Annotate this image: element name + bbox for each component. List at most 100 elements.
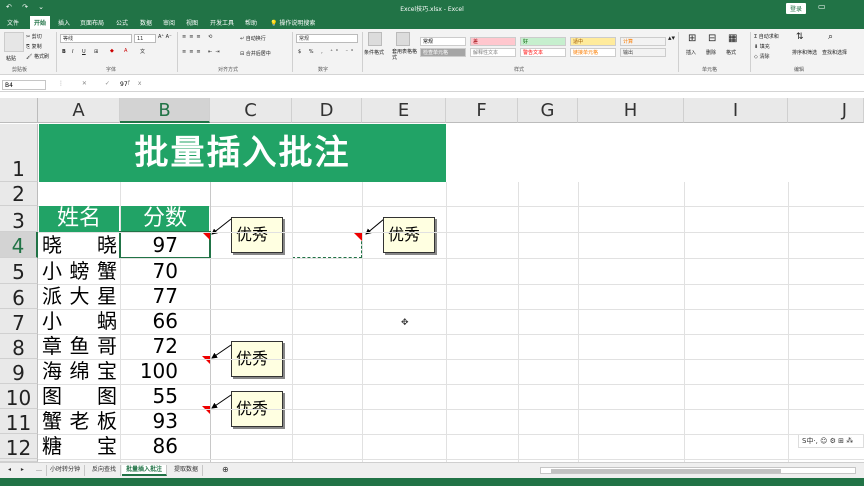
column-header-e[interactable]: E: [362, 98, 446, 123]
sheet-tab-more[interactable]: …: [32, 465, 47, 476]
horizontal-scrollbar[interactable]: [540, 467, 856, 474]
name-cell[interactable]: 小螃蟹: [40, 258, 120, 284]
sheet-tab-hour-minute[interactable]: 小时转分钟: [46, 465, 86, 476]
merge-center-button[interactable]: ⊟ 合并后居中: [240, 50, 271, 57]
score-cell[interactable]: 72: [120, 334, 208, 359]
formula-icons[interactable]: ⋮ ✕ ✓ fx: [58, 80, 149, 87]
vertical-align-icons[interactable]: ≡≡≡ ⟲: [182, 34, 215, 40]
column-header-j[interactable]: J: [788, 98, 864, 123]
score-cell[interactable]: 97: [120, 232, 208, 258]
underline-button[interactable]: U: [82, 49, 86, 55]
horizontal-align-icons[interactable]: ≡≡≡ ⇤⇥: [182, 49, 223, 55]
name-cell[interactable]: 糖宝: [40, 434, 120, 459]
sheet-tab-batch-comments[interactable]: 批量插入批注: [122, 465, 168, 476]
column-header-f[interactable]: F: [446, 98, 518, 123]
cell-style-2[interactable]: 好: [520, 37, 566, 46]
fill-color-icon[interactable]: ◆: [110, 48, 114, 54]
formula-input[interactable]: 97: [120, 81, 128, 88]
tab-home[interactable]: 开始: [30, 16, 51, 29]
tab-page-layout[interactable]: 页面布局: [80, 18, 104, 27]
cell-style-3[interactable]: 适中: [570, 37, 616, 46]
name-cell[interactable]: 小蜗: [40, 309, 120, 334]
score-cell[interactable]: 86: [120, 434, 208, 459]
comment-box-d4[interactable]: 优秀: [383, 217, 435, 253]
login-button[interactable]: 登录: [786, 3, 807, 14]
cell-style-1[interactable]: 差: [470, 37, 516, 46]
clear-button[interactable]: ◇ 清除: [754, 53, 769, 60]
tab-review[interactable]: 审阅: [163, 18, 175, 27]
column-header-g[interactable]: G: [518, 98, 578, 123]
ime-toolbar[interactable]: S中·, ☺ ⚙ ⊞ ⁂: [798, 434, 864, 448]
row-header-2[interactable]: 2: [0, 182, 38, 206]
format-as-table-button[interactable]: 套用表格格式: [392, 49, 418, 61]
bold-button[interactable]: B: [62, 49, 66, 55]
score-cell[interactable]: 100: [120, 359, 208, 384]
sheet-nav-arrows[interactable]: ◂ ▸: [4, 465, 32, 476]
name-cell[interactable]: 图图: [40, 384, 120, 409]
score-cell[interactable]: 55: [120, 384, 208, 409]
name-cell[interactable]: 章鱼哥: [40, 334, 120, 359]
tab-data[interactable]: 数据: [140, 18, 152, 27]
tab-developer[interactable]: 开发工具: [210, 18, 234, 27]
font-size-select[interactable]: 11: [134, 34, 156, 43]
row-header-6[interactable]: 6: [0, 284, 38, 310]
wrap-text-button[interactable]: ↵ 自动换行: [240, 35, 266, 42]
row-header-11[interactable]: 11: [0, 409, 38, 435]
conditional-format-icon[interactable]: [368, 32, 382, 46]
font-color-icon[interactable]: A: [124, 48, 127, 54]
delete-cells-icon[interactable]: ⊟: [708, 33, 716, 44]
score-cell[interactable]: 77: [120, 284, 208, 309]
sheet-tab-reverse-lookup[interactable]: 反向查找: [88, 465, 122, 476]
cell-style-0[interactable]: 常规: [420, 37, 466, 46]
score-cell[interactable]: 70: [120, 258, 208, 284]
name-cell[interactable]: 晓晓: [40, 232, 120, 258]
cell-style-9[interactable]: 输出: [620, 48, 666, 57]
border-icon[interactable]: ⊞: [94, 49, 98, 55]
autosum-button[interactable]: Σ 自动求和: [754, 33, 779, 40]
sort-filter-icon[interactable]: ⇅: [796, 32, 804, 42]
number-format-icons[interactable]: $ % , ⁺⁰ ⁻⁰: [298, 49, 356, 55]
conditional-format-button[interactable]: 条件格式: [364, 49, 384, 56]
format-cells-icon[interactable]: ▦: [728, 33, 737, 44]
header-score-cell[interactable]: 分数: [121, 206, 209, 232]
row-header-4[interactable]: 4: [0, 232, 38, 258]
tell-me-search[interactable]: 💡 操作说明搜索: [270, 18, 315, 27]
paste-button[interactable]: 粘贴: [6, 55, 16, 62]
cut-button[interactable]: ✂ 剪切: [26, 33, 42, 40]
font-family-select[interactable]: 等线: [60, 34, 132, 43]
name-box[interactable]: B4: [2, 80, 46, 90]
row-header-1[interactable]: 1: [0, 124, 38, 182]
tab-view[interactable]: 视图: [186, 18, 198, 27]
scrollbar-thumb[interactable]: [551, 469, 781, 473]
italic-button[interactable]: I: [72, 49, 73, 55]
copy-button[interactable]: ⎘ 复制: [26, 43, 42, 50]
column-header-b[interactable]: B: [120, 98, 210, 123]
format-painter-button[interactable]: 🖌 格式刷: [26, 53, 49, 60]
insert-cells-button[interactable]: 插入: [686, 49, 696, 56]
cell-style-4[interactable]: 计算: [620, 37, 666, 46]
column-header-c[interactable]: C: [210, 98, 292, 123]
number-format-select[interactable]: 常规: [296, 34, 358, 43]
sort-filter-button[interactable]: 排序和筛选: [792, 49, 817, 56]
row-header-3[interactable]: 3: [0, 206, 38, 233]
row-header-5[interactable]: 5: [0, 258, 38, 284]
comment-box-b4[interactable]: 优秀: [231, 217, 283, 253]
select-all-corner[interactable]: [0, 98, 38, 123]
fill-button[interactable]: ⬇ 填充: [754, 43, 770, 50]
row-header-10[interactable]: 10: [0, 384, 38, 410]
cell-style-6[interactable]: 解释性文本: [470, 48, 516, 57]
tab-help[interactable]: 帮助: [245, 18, 257, 27]
name-cell[interactable]: 派大星: [40, 284, 120, 309]
find-select-button[interactable]: 查找和选择: [822, 49, 847, 56]
name-cell[interactable]: 海绵宝: [40, 359, 120, 384]
insert-cells-icon[interactable]: ⊞: [688, 33, 696, 44]
row-header-9[interactable]: 9: [0, 359, 38, 385]
score-cell[interactable]: 66: [120, 309, 208, 334]
column-header-a[interactable]: A: [38, 98, 120, 123]
tab-formulas[interactable]: 公式: [116, 18, 128, 27]
name-cell[interactable]: 蟹老板: [40, 409, 120, 434]
gallery-scroll-icon[interactable]: ▴▾: [668, 34, 675, 42]
cell-style-7[interactable]: 警告文本: [520, 48, 566, 57]
delete-cells-button[interactable]: 删除: [706, 49, 716, 56]
find-select-icon[interactable]: ⌕: [828, 32, 833, 42]
